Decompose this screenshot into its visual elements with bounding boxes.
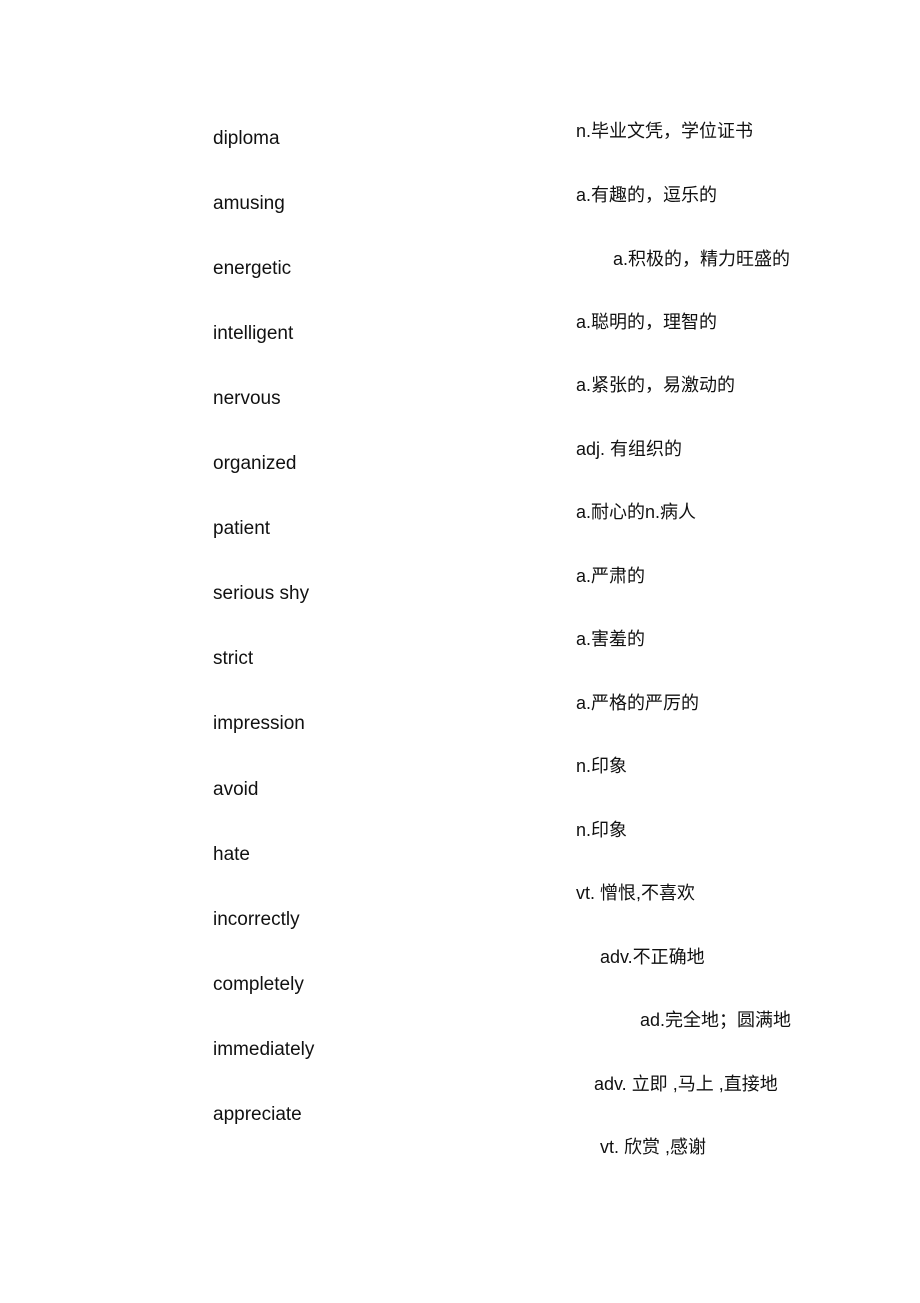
word-entry: serious shy — [213, 583, 310, 604]
definition-entry: a.害羞的 — [576, 629, 646, 649]
definition-entry: adv.不正确地 — [600, 947, 705, 967]
definition-entry: n.毕业文凭，学位证书 — [576, 121, 754, 141]
word-entry: appreciate — [213, 1104, 302, 1125]
definition-entry: a.紧张的，易激动的 — [576, 375, 736, 395]
word-entry: patient — [213, 518, 271, 539]
definition-entry: adv. 立即 ,马上 ,直接地 — [594, 1074, 778, 1094]
word-entry: hate — [213, 844, 250, 865]
definition-entry: a.有趣的，逗乐的 — [576, 185, 718, 205]
word-entry: completely — [213, 974, 304, 995]
definition-entry: a.耐心的n.病人 — [576, 502, 697, 522]
definition-entry: a.积极的，精力旺盛的 — [613, 249, 791, 269]
definition-entry: n.印象 — [576, 756, 628, 776]
word-entry: intelligent — [213, 323, 294, 344]
word-entry: organized — [213, 453, 297, 474]
word-entry: immediately — [213, 1039, 315, 1060]
definition-entry: n.印象 — [576, 820, 628, 840]
word-entry: amusing — [213, 193, 285, 214]
definition-entry: vt. 憎恨,不喜欢 — [576, 883, 696, 903]
word-entry: avoid — [213, 779, 259, 800]
word-entry: impression — [213, 713, 305, 734]
definition-entry: ad.完全地；圆满地 — [640, 1010, 792, 1030]
definition-entry: a.严肃的 — [576, 566, 646, 586]
word-entry: nervous — [213, 388, 281, 409]
definition-entry: adj. 有组织的 — [576, 439, 683, 459]
word-entry: strict — [213, 648, 254, 669]
definition-entry: a.聪明的，理智的 — [576, 312, 718, 332]
vocabulary-page: diploma amusing energetic intelligent ne… — [0, 0, 920, 1303]
definition-entry: vt. 欣赏 ,感谢 — [600, 1137, 707, 1157]
word-entry: incorrectly — [213, 909, 300, 930]
definition-entry: a.严格的严厉的 — [576, 693, 700, 713]
word-entry: diploma — [213, 128, 280, 149]
word-entry: energetic — [213, 258, 292, 279]
